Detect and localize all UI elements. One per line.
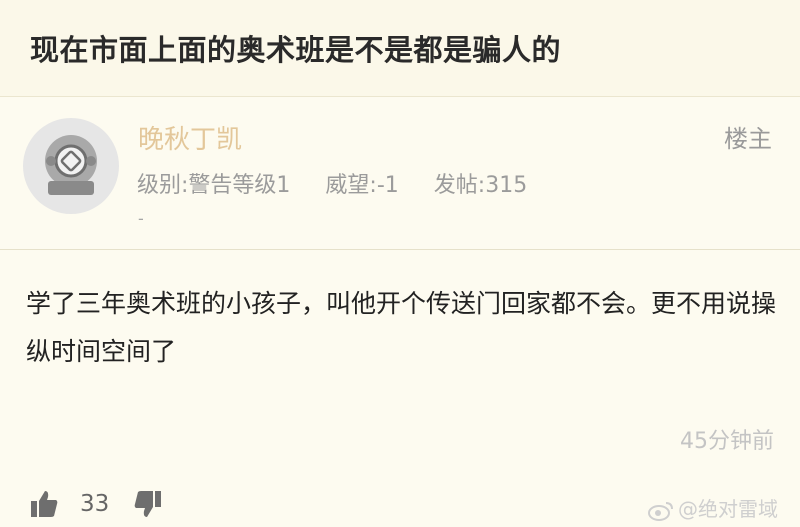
user-signature: - (138, 209, 144, 228)
post-content: 学了三年奥术班的小孩子，叫他开个传送门回家都不会。更不用说操纵时间空间了 (26, 289, 777, 366)
post-action-bar: 33 @绝对雷域 (0, 478, 800, 527)
dislike-button[interactable] (132, 488, 164, 520)
user-meta: 级别:警告等级1 威望:-1 发帖:315 (137, 167, 555, 199)
watermark-text: @绝对雷域 (678, 497, 778, 521)
thread-header: 现在市面上面的奥术班是不是都是骗人的 (0, 0, 800, 97)
user-post-count: 发帖:315 (433, 173, 528, 198)
diving-helmet-avatar-icon (23, 118, 119, 214)
user-prestige: 威望:-1 (325, 173, 399, 198)
thumbs-up-icon (31, 491, 58, 517)
weibo-watermark: @绝对雷域 (648, 493, 778, 522)
user-level: 级别:警告等级1 (137, 173, 291, 198)
weibo-logo-icon (648, 501, 673, 521)
username[interactable]: 晚秋丁凯 (138, 119, 242, 156)
floor-badge: 楼主 (724, 125, 772, 153)
thread-title: 现在市面上面的奥术班是不是都是骗人的 (30, 33, 562, 67)
like-count: 33 (80, 491, 110, 517)
avatar[interactable] (22, 117, 120, 215)
post-timestamp: 45分钟前 (680, 429, 774, 454)
post-author-block: 晚秋丁凯 级别:警告等级1 威望:-1 发帖:315 - 楼主 (0, 97, 800, 250)
thumbs-down-icon (134, 491, 161, 517)
like-button[interactable] (28, 488, 60, 520)
